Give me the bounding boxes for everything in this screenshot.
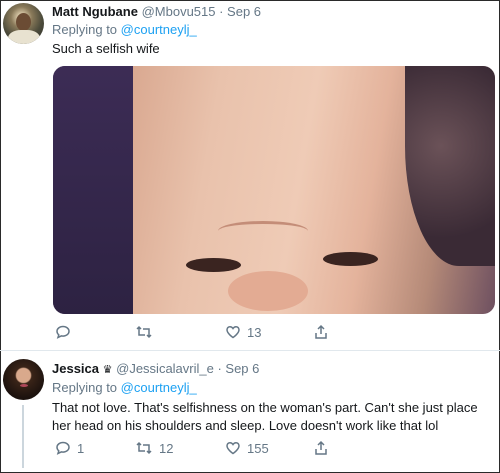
reply-button[interactable]: 1: [55, 440, 84, 456]
like-count: 13: [247, 324, 262, 340]
tweet-text: That not love. That's selfishness on the…: [52, 400, 478, 433]
tweet-header: Jessica ♛ @Jessicalavril_e · Sep 6: [52, 361, 259, 376]
replying-prefix: Replying to: [52, 22, 118, 37]
share-icon: [315, 440, 327, 455]
retweet-icon: [136, 441, 152, 455]
retweet-button[interactable]: 12: [135, 440, 173, 456]
crown-icon: ♛: [102, 364, 113, 376]
replying-prefix: Replying to: [52, 380, 118, 395]
thread-line: [22, 405, 24, 468]
replying-to: Replying to @courtneylj_: [52, 22, 197, 37]
avatar[interactable]: [3, 3, 44, 44]
like-count: 155: [247, 440, 269, 456]
reply-icon: [56, 325, 70, 339]
mention-link[interactable]: @courtneylj_: [121, 22, 197, 37]
like-button[interactable]: 13: [225, 324, 261, 340]
display-name[interactable]: Matt Ngubane: [52, 4, 138, 19]
tweet-actions: 13: [55, 324, 355, 344]
share-button[interactable]: [313, 324, 335, 340]
tweet[interactable]: Matt Ngubane @Mbovu515 · Sep 6 Replying …: [0, 0, 500, 350]
avatar[interactable]: [3, 359, 44, 400]
tweet-photo[interactable]: [53, 66, 495, 314]
like-button[interactable]: 155: [225, 440, 269, 456]
retweet-button[interactable]: [135, 324, 159, 340]
tweet-text: Such a selfish wife: [52, 41, 160, 56]
reply-count: 1: [77, 440, 85, 456]
replying-to: Replying to @courtneylj_: [52, 380, 197, 395]
handle-and-date[interactable]: @Mbovu515 · Sep 6: [142, 4, 261, 19]
share-button[interactable]: [313, 440, 335, 456]
mention-link[interactable]: @courtneylj_: [121, 380, 197, 395]
retweet-count: 12: [159, 440, 174, 456]
tweet-header: Matt Ngubane @Mbovu515 · Sep 6: [52, 4, 261, 19]
share-icon: [315, 324, 327, 339]
heart-icon: [226, 325, 240, 339]
reply-icon: [56, 441, 70, 455]
retweet-icon: [136, 325, 152, 339]
handle-and-date[interactable]: @Jessicalavril_e · Sep 6: [116, 361, 259, 376]
tweet-divider: [0, 350, 500, 351]
display-name[interactable]: Jessica: [52, 361, 99, 376]
reply-button[interactable]: [55, 324, 77, 340]
tweet-actions: 1 12 155: [55, 440, 355, 460]
heart-icon: [226, 441, 240, 455]
